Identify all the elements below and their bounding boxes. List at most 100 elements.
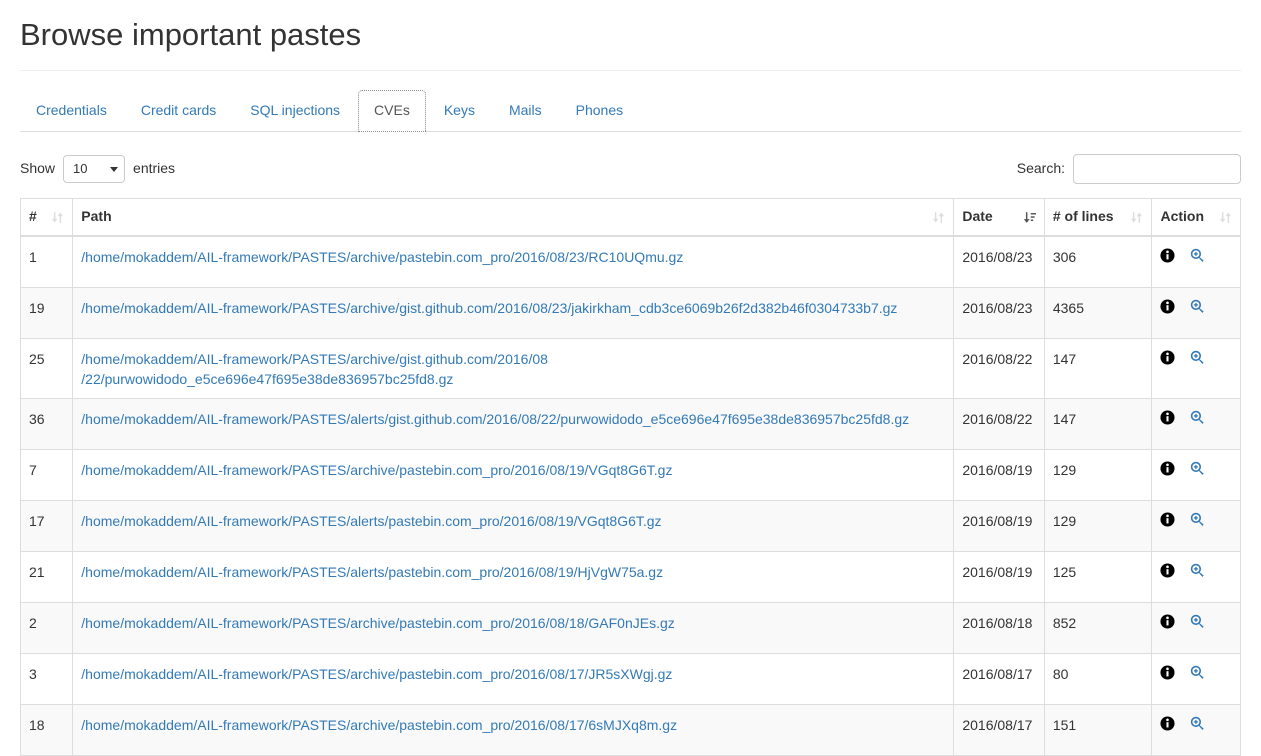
row-number: 18	[21, 704, 73, 755]
info-icon	[1160, 512, 1175, 527]
row-line-count: 80	[1044, 653, 1152, 704]
row-actions	[1152, 287, 1241, 338]
page-length-control: Show 10 entries	[20, 155, 175, 183]
paste-info-button[interactable]	[1160, 299, 1175, 314]
table-row: 7 /home/mokaddem/AIL-framework/PASTES/ar…	[21, 449, 1241, 500]
row-number: 2	[21, 602, 73, 653]
table-header: # Path	[21, 199, 1241, 236]
paste-info-button[interactable]	[1160, 563, 1175, 578]
paste-path-link[interactable]: /home/mokaddem/AIL-framework/PASTES/arch…	[81, 462, 672, 478]
row-date: 2016/08/19	[954, 500, 1045, 551]
page-title: Browse important pastes	[20, 13, 1241, 57]
info-icon	[1160, 461, 1175, 476]
column-label: Path	[81, 207, 111, 227]
sort-both-icon	[932, 211, 945, 224]
zoom-in-icon	[1190, 461, 1205, 476]
zoom-in-icon	[1190, 512, 1205, 527]
row-actions	[1152, 236, 1241, 287]
tab-cves[interactable]: CVEs	[358, 90, 426, 132]
tab-credit-cards[interactable]: Credit cards	[125, 90, 232, 132]
row-line-count: 151	[1044, 704, 1152, 755]
row-date: 2016/08/19	[954, 449, 1045, 500]
column-header-path[interactable]: Path	[73, 199, 954, 236]
paste-zoom-button[interactable]	[1190, 614, 1205, 629]
column-label: #	[29, 207, 37, 227]
tab-item-sql-injections: SQL injections	[234, 90, 356, 132]
row-number: 36	[21, 398, 73, 449]
paste-path-link[interactable]: /home/mokaddem/AIL-framework/PASTES/aler…	[81, 513, 661, 529]
row-actions	[1152, 551, 1241, 602]
tab-credentials[interactable]: Credentials	[20, 90, 123, 132]
paste-zoom-button[interactable]	[1190, 461, 1205, 476]
row-actions	[1152, 602, 1241, 653]
row-number: 3	[21, 653, 73, 704]
paste-path-link[interactable]: /home/mokaddem/AIL-framework/PASTES/aler…	[81, 564, 663, 580]
paste-zoom-button[interactable]	[1190, 512, 1205, 527]
paste-info-button[interactable]	[1160, 716, 1175, 731]
paste-path-link[interactable]: /home/mokaddem/AIL-framework/PASTES/arch…	[81, 717, 677, 733]
row-actions	[1152, 653, 1241, 704]
paste-path-link[interactable]: /home/mokaddem/AIL-framework/PASTES/arch…	[81, 300, 897, 316]
page-size-select[interactable]: 10	[63, 155, 125, 183]
paste-info-button[interactable]	[1160, 512, 1175, 527]
row-line-count: 4365	[1044, 287, 1152, 338]
info-icon	[1160, 614, 1175, 629]
paste-zoom-button[interactable]	[1190, 563, 1205, 578]
info-icon	[1160, 299, 1175, 314]
row-number: 25	[21, 338, 73, 398]
info-icon	[1160, 248, 1175, 263]
row-actions	[1152, 704, 1241, 755]
row-number: 7	[21, 449, 73, 500]
paste-path-link[interactable]: /home/mokaddem/AIL-framework/PASTES/arch…	[81, 666, 672, 682]
tab-item-credentials: Credentials	[20, 90, 123, 132]
paste-zoom-button[interactable]	[1190, 299, 1205, 314]
column-header-date[interactable]: Date	[954, 199, 1045, 236]
paste-info-button[interactable]	[1160, 665, 1175, 680]
zoom-in-icon	[1190, 299, 1205, 314]
tab-keys[interactable]: Keys	[428, 90, 491, 132]
paste-path-link[interactable]: /home/mokaddem/AIL-framework/PASTES/arch…	[81, 249, 683, 265]
paste-zoom-button[interactable]	[1190, 665, 1205, 680]
paste-zoom-button[interactable]	[1190, 350, 1205, 365]
row-actions	[1152, 500, 1241, 551]
paste-zoom-button[interactable]	[1190, 248, 1205, 263]
row-line-count: 147	[1044, 338, 1152, 398]
column-header-action[interactable]: Action	[1152, 199, 1241, 236]
paste-path-link[interactable]: /home/mokaddem/AIL-framework/PASTES/arch…	[81, 615, 674, 631]
table-row: 25 /home/mokaddem/AIL-framework/PASTES/a…	[21, 338, 1241, 398]
info-icon	[1160, 716, 1175, 731]
row-date: 2016/08/17	[954, 704, 1045, 755]
category-tabs: Credentials Credit cards SQL injections …	[20, 90, 1241, 132]
row-actions	[1152, 338, 1241, 398]
column-header-number[interactable]: #	[21, 199, 73, 236]
column-label: # of lines	[1053, 207, 1114, 227]
row-date: 2016/08/19	[954, 551, 1045, 602]
zoom-in-icon	[1190, 248, 1205, 263]
paste-info-button[interactable]	[1160, 248, 1175, 263]
search-label: Search:	[1017, 159, 1065, 179]
search-input[interactable]	[1073, 154, 1241, 184]
row-date: 2016/08/22	[954, 398, 1045, 449]
paste-zoom-button[interactable]	[1190, 410, 1205, 425]
column-header-lines[interactable]: # of lines	[1044, 199, 1152, 236]
tab-mails[interactable]: Mails	[493, 90, 558, 132]
row-date: 2016/08/22	[954, 338, 1045, 398]
tab-item-mails: Mails	[493, 90, 558, 132]
row-number: 21	[21, 551, 73, 602]
tab-sql-injections[interactable]: SQL injections	[234, 90, 356, 132]
row-actions	[1152, 398, 1241, 449]
row-line-count: 306	[1044, 236, 1152, 287]
info-icon	[1160, 350, 1175, 365]
paste-info-button[interactable]	[1160, 461, 1175, 476]
paste-info-button[interactable]	[1160, 614, 1175, 629]
paste-zoom-button[interactable]	[1190, 716, 1205, 731]
entries-label: entries	[133, 159, 175, 179]
paste-info-button[interactable]	[1160, 350, 1175, 365]
zoom-in-icon	[1190, 614, 1205, 629]
column-label: Date	[962, 207, 992, 227]
paste-info-button[interactable]	[1160, 410, 1175, 425]
paste-path-link[interactable]: /home/mokaddem/AIL-framework/PASTES/aler…	[81, 411, 909, 427]
paste-path-link[interactable]: /home/mokaddem/AIL-framework/PASTES/arch…	[81, 351, 548, 387]
row-line-count: 129	[1044, 500, 1152, 551]
tab-phones[interactable]: Phones	[560, 90, 639, 132]
